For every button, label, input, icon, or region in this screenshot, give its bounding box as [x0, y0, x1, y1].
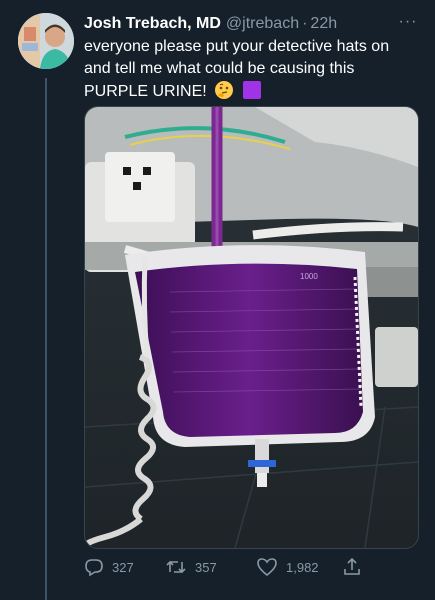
purple-square-emoji-icon	[242, 81, 261, 99]
tweet-text: everyone please put your detective hats …	[84, 38, 390, 100]
reply-button[interactable]: 327	[84, 554, 134, 580]
author-avatar[interactable]	[18, 13, 74, 69]
retweet-count: 357	[195, 559, 217, 575]
share-icon	[344, 557, 360, 575]
heart-icon	[257, 558, 277, 577]
tweet-actions: 327 357 1,982	[84, 554, 374, 580]
author-name[interactable]: Josh Trebach, MD	[84, 15, 221, 33]
bag-volume-label: 1000	[300, 272, 318, 281]
tweet-header: Josh Trebach, MD @jtrebach · 22h	[84, 13, 424, 35]
like-button[interactable]: 1,982	[256, 554, 319, 580]
tweet-photo[interactable]: 1000	[84, 106, 419, 549]
thread-connector-line	[45, 78, 47, 600]
tweet-timestamp[interactable]: 22h	[310, 15, 337, 33]
more-options-icon[interactable]: ···	[398, 12, 418, 32]
author-handle[interactable]: @jtrebach	[226, 15, 299, 33]
separator-dot: ·	[302, 15, 308, 32]
reply-count: 327	[112, 559, 134, 575]
urine-bag-photo: 1000	[85, 107, 418, 548]
tweet-body: everyone please put your detective hats …	[84, 36, 414, 103]
retweet-icon	[166, 560, 186, 574]
retweet-button[interactable]: 357	[165, 554, 217, 580]
like-count: 1,982	[286, 559, 319, 575]
thinking-face-emoji-icon	[215, 81, 234, 99]
reply-icon	[85, 559, 103, 577]
share-button[interactable]	[342, 554, 370, 580]
